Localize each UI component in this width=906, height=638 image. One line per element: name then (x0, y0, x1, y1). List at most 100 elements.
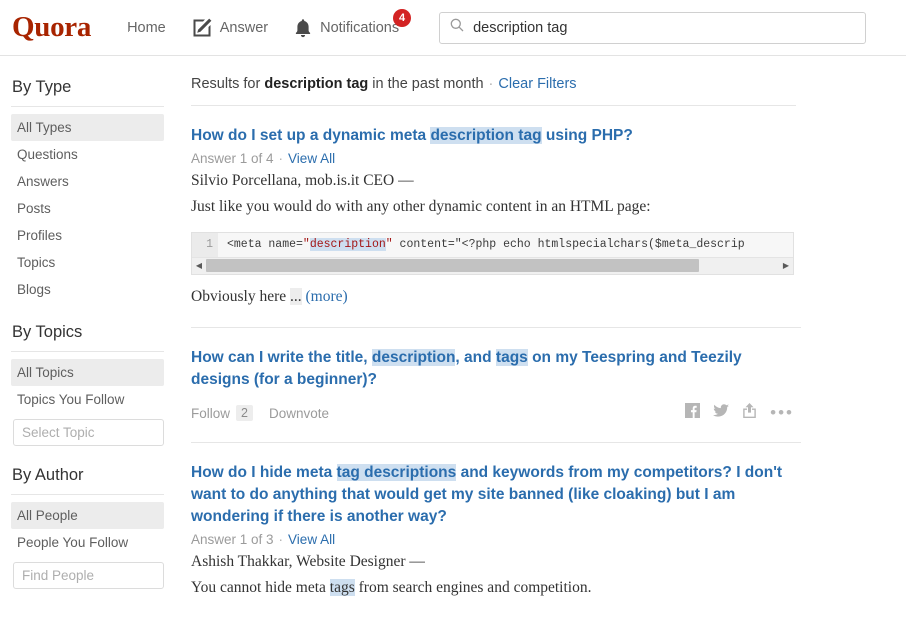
view-all-link[interactable]: View All (288, 151, 335, 166)
answer-count: Answer 1 of 3 (191, 532, 274, 547)
filter-option-all-topics[interactable]: All Topics (11, 359, 164, 386)
nav-item-notifications-label: Notifications (320, 20, 399, 36)
filter-option-people-you-follow[interactable]: People You Follow (11, 529, 164, 556)
search-results-main: Results for description tag in the past … (170, 56, 906, 599)
code-token-highlight: description (310, 238, 386, 251)
title-text: How can I write the title, (191, 349, 372, 366)
filter-option-all-types[interactable]: All Types (11, 114, 164, 141)
code-token: "<?php echo htmlspecialchars($meta_descr… (455, 238, 745, 251)
bell-icon (294, 18, 312, 38)
more-options-icon[interactable]: ••• (770, 408, 794, 418)
separator-dot: · (489, 76, 494, 92)
search-result-item: How can I write the title, description, … (191, 327, 801, 423)
follow-count: 2 (236, 405, 253, 421)
filter-group-title: By Author (11, 466, 164, 495)
results-summary-bar: Results for description tag in the past … (191, 76, 796, 106)
share-icon-group: ••• (685, 403, 794, 423)
nav-item-answer[interactable]: Answer (192, 18, 268, 38)
search-result-item: How do I hide meta tag descriptions and … (191, 442, 801, 599)
scroll-left-arrow[interactable]: ◀ (192, 258, 206, 274)
title-highlight: tag descriptions (337, 464, 457, 481)
tail-ellipsis: ... (290, 288, 302, 305)
title-text: , and (455, 349, 495, 366)
results-suffix: in the past month (368, 76, 483, 92)
code-token-string: " (386, 238, 393, 251)
top-navigation-bar: Quora Home Answer Notifications 4 (0, 0, 906, 56)
pencil-square-icon (192, 18, 212, 38)
results-query: description tag (264, 76, 368, 92)
result-title-link[interactable]: How can I write the title, description, … (191, 347, 801, 391)
filter-group-by-topics: By Topics All Topics Topics You Follow (11, 323, 170, 446)
filter-option-topics-you-follow[interactable]: Topics You Follow (11, 386, 164, 413)
tail-prefix: Obviously here (191, 288, 290, 305)
code-token: content= (393, 238, 455, 251)
result-author[interactable]: Silvio Porcellana, mob.is.it CEO — (191, 170, 801, 192)
result-body-text: You cannot hide meta tags from search en… (191, 576, 801, 599)
code-line: 1 <meta name="description" content="<?ph… (192, 233, 793, 257)
search-input[interactable] (473, 20, 855, 36)
result-tail-text: Obviously here ... (more) (191, 285, 801, 308)
follow-label: Follow (191, 406, 230, 421)
title-highlight: description tag (430, 127, 541, 144)
code-horizontal-scrollbar[interactable]: ◀ ▶ (192, 257, 793, 274)
title-text: using PHP? (542, 127, 633, 144)
answer-count: Answer 1 of 4 (191, 151, 274, 166)
result-meta: Answer 1 of 3 · View All (191, 530, 801, 550)
search-result-item: How do I set up a dynamic meta descripti… (191, 106, 801, 308)
scroll-right-arrow[interactable]: ▶ (779, 258, 793, 274)
code-token-string: " (303, 238, 310, 251)
filter-group-by-author: By Author All People People You Follow (11, 466, 170, 589)
code-token: <meta name= (227, 238, 303, 251)
result-meta: Answer 1 of 4 · View All (191, 149, 801, 169)
filter-option-profiles[interactable]: Profiles (11, 222, 164, 249)
filter-option-all-people[interactable]: All People (11, 502, 164, 529)
scrollbar-thumb[interactable] (206, 259, 699, 272)
result-author[interactable]: Ashish Thakkar, Website Designer — (191, 551, 801, 573)
filter-group-title: By Type (11, 78, 164, 107)
notifications-badge: 4 (393, 9, 411, 27)
nav-item-home-label: Home (127, 20, 166, 36)
filter-option-posts[interactable]: Posts (11, 195, 164, 222)
quora-logo[interactable]: Quora (12, 13, 91, 42)
result-action-bar: Follow 2 Downvote (191, 403, 794, 423)
result-body-text: Just like you would do with any other dy… (191, 195, 801, 218)
view-all-link[interactable]: View All (288, 532, 335, 547)
twitter-icon[interactable] (713, 404, 729, 423)
more-link[interactable]: (more) (306, 288, 348, 305)
filter-option-answers[interactable]: Answers (11, 168, 164, 195)
code-block: 1 <meta name="description" content="<?ph… (191, 232, 794, 275)
select-topic-field[interactable] (13, 419, 164, 446)
downvote-label: Downvote (269, 406, 329, 421)
filter-option-blogs[interactable]: Blogs (11, 276, 164, 303)
nav-item-home[interactable]: Home (119, 20, 166, 36)
result-title-link[interactable]: How do I set up a dynamic meta descripti… (191, 125, 801, 147)
follow-button[interactable]: Follow 2 (191, 405, 253, 421)
body-text: You cannot hide meta (191, 579, 330, 596)
filter-group-title: By Topics (11, 323, 164, 352)
scrollbar-track[interactable] (206, 258, 779, 274)
title-highlight: tags (496, 349, 528, 366)
nav-item-notifications[interactable]: Notifications 4 (294, 18, 399, 38)
downvote-button[interactable]: Downvote (269, 406, 329, 421)
clear-filters-link[interactable]: Clear Filters (498, 76, 576, 92)
find-people-input[interactable] (22, 568, 155, 583)
body-highlight: tags (330, 579, 355, 596)
separator-dot: · (279, 151, 284, 166)
title-text: How do I hide meta (191, 464, 337, 481)
search-box[interactable] (439, 12, 866, 44)
nav-item-answer-label: Answer (220, 20, 268, 36)
filters-sidebar: By Type All Types Questions Answers Post… (0, 56, 170, 609)
filter-option-topics[interactable]: Topics (11, 249, 164, 276)
share-icon[interactable] (742, 403, 757, 423)
results-prefix: Results for (191, 76, 264, 92)
title-text: How do I set up a dynamic meta (191, 127, 430, 144)
find-people-field[interactable] (13, 562, 164, 589)
body-text: from search engines and competition. (355, 579, 592, 596)
result-title-link[interactable]: How do I hide meta tag descriptions and … (191, 462, 801, 528)
separator-dot: · (279, 532, 284, 547)
filter-option-questions[interactable]: Questions (11, 141, 164, 168)
code-line-content: <meta name="description" content="<?php … (218, 233, 745, 252)
page-body: By Type All Types Questions Answers Post… (0, 56, 906, 609)
select-topic-input[interactable] (22, 425, 155, 440)
facebook-icon[interactable] (685, 403, 700, 423)
